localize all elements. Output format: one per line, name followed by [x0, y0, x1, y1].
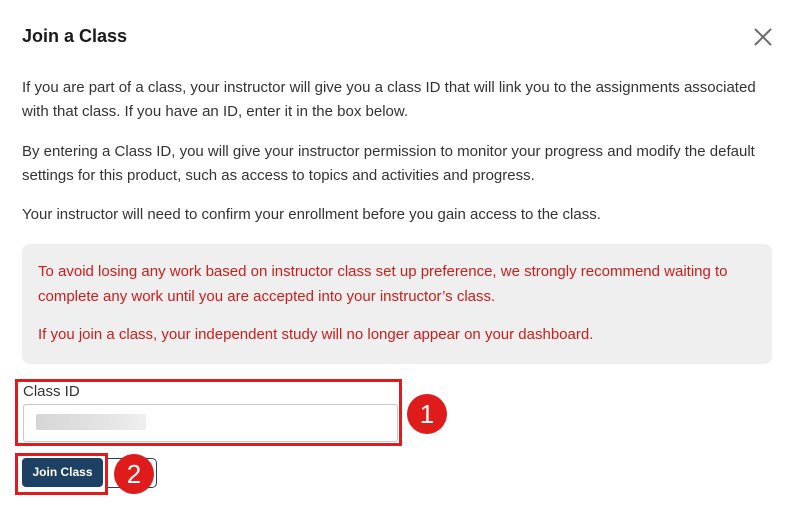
step-badge-1: 1 — [407, 394, 447, 434]
join-class-button[interactable]: Join Class — [22, 458, 103, 487]
warning-text-waiting: To avoid losing any work based on instru… — [38, 263, 728, 305]
confirmation-paragraph: Your instructor will need to confirm you… — [22, 206, 601, 223]
step-badge-2: 2 — [114, 454, 154, 494]
class-id-label: Class ID — [23, 383, 80, 400]
intro-paragraph: If you are part of a class, your instruc… — [22, 79, 756, 120]
dialog-title: Join a Class — [22, 26, 128, 46]
warning-box: To avoid losing any work based on instru… — [22, 244, 772, 364]
close-icon[interactable] — [751, 25, 775, 49]
class-id-input[interactable] — [23, 404, 398, 442]
warning-text-independent-study: If you join a class, your independent st… — [38, 326, 594, 343]
permission-paragraph: By entering a Class ID, you will give yo… — [22, 143, 755, 184]
redacted-value — [36, 414, 146, 430]
